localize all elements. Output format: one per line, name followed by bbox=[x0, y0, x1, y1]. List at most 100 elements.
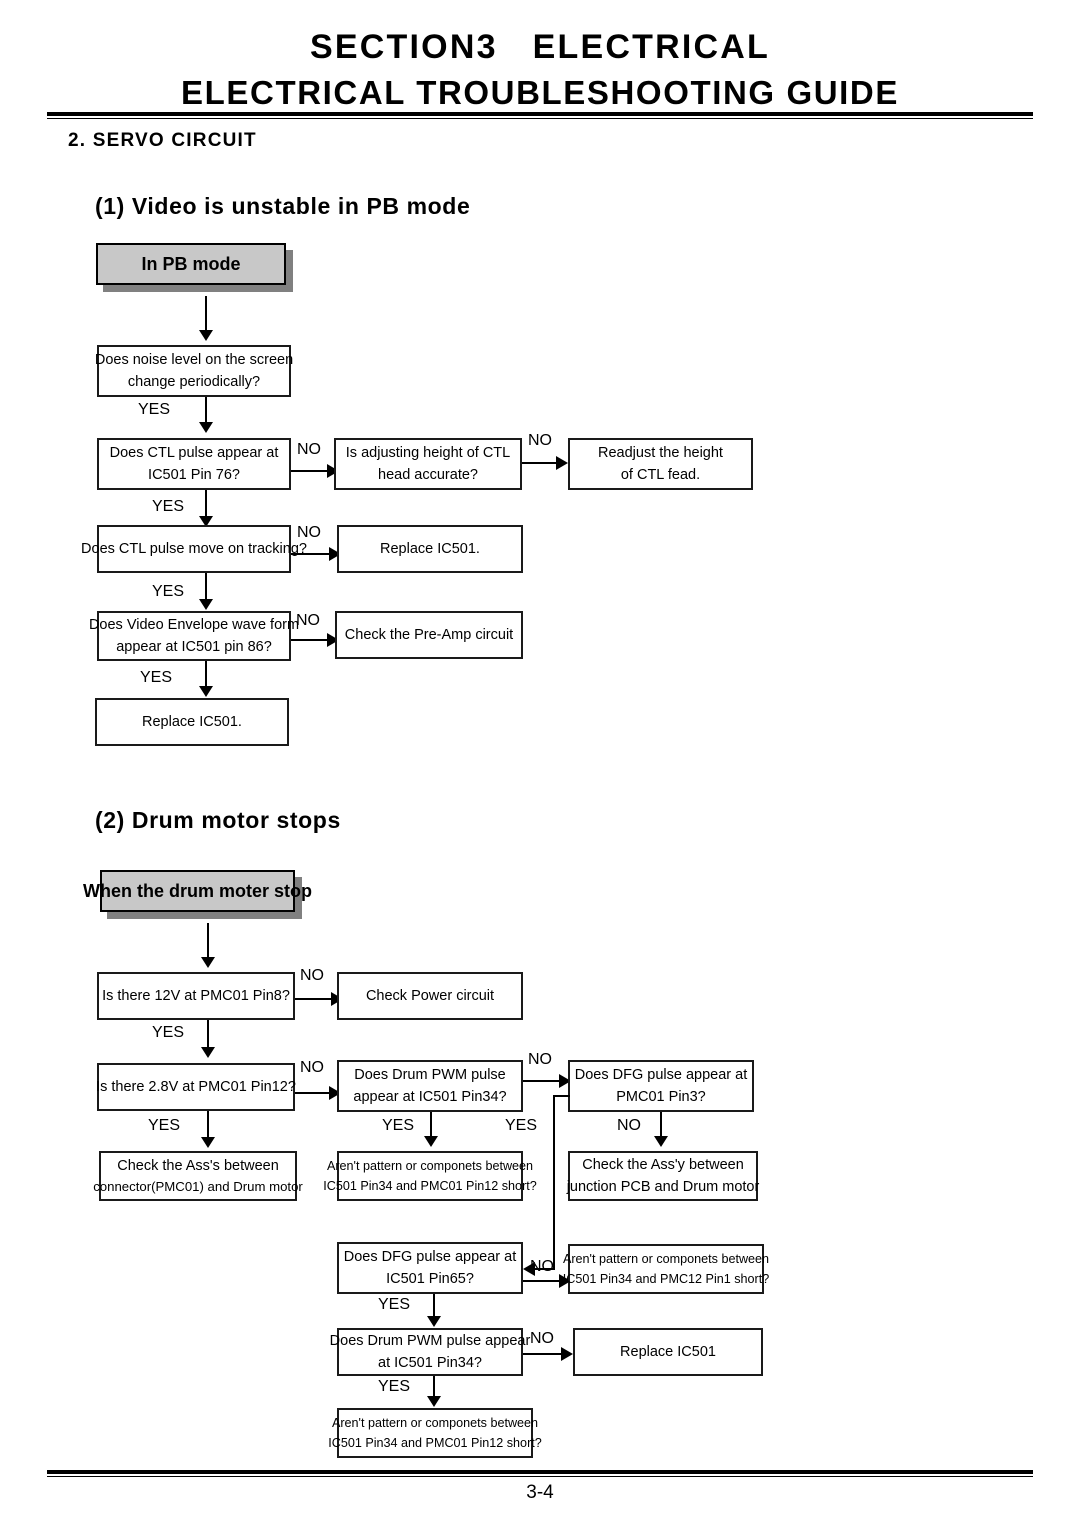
flow2-box-12v-check: Is there 12V at PMC01 Pin8? bbox=[97, 972, 295, 1020]
flow2-box-check-ass-junction-line1: Check the Ass'y between bbox=[582, 1156, 744, 1173]
flow2-box-check-power-circuit-label: Check Power circuit bbox=[365, 987, 495, 1004]
flow2-box-pattern-components-a-line2: IC501 Pin34 and PMC01 Pin12 short? bbox=[323, 1179, 537, 1193]
flow2-box-dfg-ic501: Does DFG pulse appear at IC501 Pin65? bbox=[337, 1242, 523, 1294]
flow2-box-pattern-components-b: Aren't pattern or componets between IC50… bbox=[563, 1244, 769, 1294]
flow2-box-pattern-components-b-line1: Aren't pattern or componets between bbox=[562, 1251, 770, 1266]
subsection-heading-1: (1) Video is unstable in PB mode bbox=[95, 193, 471, 219]
flow1-box-ctl-tracking-label: Does CTL pulse move on tracking? bbox=[81, 540, 307, 557]
flow2-box-dfg-ic501-line1: Does DFG pulse appear at bbox=[343, 1248, 517, 1265]
flow2-box-pattern-components-c-line1: Aren't pattern or componets between bbox=[331, 1415, 539, 1430]
flow1-label-no-1: NO bbox=[297, 441, 321, 458]
flow1-box-replace-ic501-first-label: Replace IC501. bbox=[380, 540, 480, 557]
flow2-box-drum-pwm-upper: Does Drum PWM pulse appear at IC501 Pin3… bbox=[337, 1060, 523, 1112]
flow1-box-ctl-pulse-appear-line2: IC501 Pin 76? bbox=[148, 467, 240, 483]
flow1-box-ctl-head-height-line1: Is adjusting height of CTL bbox=[345, 444, 511, 461]
flow2-label-yes-1: YES bbox=[152, 1024, 185, 1041]
flow2-box-check-ass-junction: Check the Ass'y between junction PCB and… bbox=[566, 1151, 760, 1201]
flow1-box-ctl-pulse-appear: Does CTL pulse appear at IC501 Pin 76? bbox=[97, 438, 291, 490]
flow2-box-dfg-pmc01-line1: Does DFG pulse appear at bbox=[574, 1066, 748, 1083]
header-rule-thin bbox=[47, 118, 1033, 119]
flow2-box-drum-pwm-upper-line1: Does Drum PWM pulse bbox=[354, 1066, 506, 1083]
flow2-label-no-1: NO bbox=[300, 967, 324, 984]
flow2-arrow-right-5 bbox=[561, 1347, 573, 1361]
flow2-label-yes-5-upper: YES bbox=[378, 1296, 411, 1313]
header-rule-thick bbox=[47, 112, 1033, 116]
flow2-box-pattern-components-c-line2: IC501 Pin34 and PMC01 Pin12 short? bbox=[328, 1436, 542, 1450]
flow2-box-pattern-components-c: Aren't pattern or componets between IC50… bbox=[328, 1408, 542, 1458]
flow2-box-drum-pwm-lower-line2: at IC501 Pin34? bbox=[378, 1355, 482, 1371]
flow1-box-ctl-head-height-line2: head accurate? bbox=[378, 467, 478, 483]
flow1-connector-start-to-noise bbox=[205, 296, 207, 332]
flow2-box-check-ass-connector: Check the Ass's between connector(PMC01)… bbox=[93, 1151, 303, 1201]
flow2-box-replace-ic501: Replace IC501 bbox=[573, 1328, 763, 1376]
flow1-label-yes-1: YES bbox=[138, 401, 171, 418]
flow2-box-28v-check-label: Is there 2.8V at PMC01 Pin12? bbox=[96, 1078, 296, 1095]
flow1-box-video-envelope-line2: appear at IC501 pin 86? bbox=[116, 639, 272, 655]
flow1-arrow-down-5 bbox=[199, 686, 213, 697]
flow1-label-yes-3: YES bbox=[152, 583, 185, 600]
flow2-arrow-down-4 bbox=[424, 1136, 438, 1147]
flow1-arrow-down-2 bbox=[199, 422, 213, 433]
flow2-box-check-ass-junction-line2: junction PCB and Drum motor bbox=[566, 1179, 760, 1195]
flow2-box-pattern-components-a: Aren't pattern or componets between IC50… bbox=[323, 1151, 537, 1201]
flow2-arrow-down-3 bbox=[201, 1137, 215, 1148]
flow2-box-dfg-ic501-line2: IC501 Pin65? bbox=[386, 1271, 474, 1287]
flow2-connector-yes-branch-h-top bbox=[553, 1095, 570, 1097]
flow1-label-yes-2: YES bbox=[152, 498, 185, 515]
flow2-box-pattern-components-b-line2: IC501 Pin34 and PMC12 Pin1 short? bbox=[562, 1272, 770, 1286]
flow2-box-drum-pwm-lower: Does Drum PWM pulse appear at IC501 Pin3… bbox=[330, 1328, 530, 1376]
flow1-box-replace-ic501-first: Replace IC501. bbox=[337, 525, 523, 573]
flow1-label-no-4: NO bbox=[296, 612, 320, 629]
flow2-start-label: When the drum moter stop bbox=[83, 880, 312, 901]
flow2-box-check-ass-connector-line1: Check the Ass's between bbox=[117, 1157, 279, 1174]
flow2-connector-yes-branch-v bbox=[553, 1095, 555, 1270]
flow2-label-no-3: NO bbox=[528, 1051, 552, 1068]
flow1-box-replace-ic501-final-label: Replace IC501. bbox=[142, 713, 242, 730]
flow2-start-node: When the drum moter stop bbox=[83, 870, 312, 912]
flow2-box-12v-check-label: Is there 12V at PMC01 Pin8? bbox=[102, 987, 290, 1004]
document-title-line-2: ELECTRICAL TROUBLESHOOTING GUIDE bbox=[181, 74, 899, 111]
flow2-label-no-6: NO bbox=[530, 1330, 554, 1347]
flow2-box-drum-pwm-upper-line2: appear at IC501 Pin34? bbox=[353, 1089, 507, 1105]
flow2-label-no-5: NO bbox=[530, 1258, 554, 1275]
footer-rule-thick bbox=[47, 1470, 1033, 1474]
flow1-box-video-envelope-line1: Does Video Envelope wave form bbox=[88, 616, 300, 633]
flow1-box-readjust-height: Readjust the height of CTL fead. bbox=[568, 438, 753, 490]
flow1-box-replace-ic501-final: Replace IC501. bbox=[95, 698, 289, 746]
flow2-arrow-down-1 bbox=[201, 957, 215, 968]
flow2-connector-start-to-12v bbox=[207, 923, 209, 959]
flow1-label-yes-4: YES bbox=[140, 669, 173, 686]
flow1-box-check-preamp: Check the Pre-Amp circuit bbox=[335, 611, 523, 659]
flow1-box-check-preamp-label: Check the Pre-Amp circuit bbox=[344, 626, 514, 643]
footer-rule-thin bbox=[47, 1476, 1033, 1477]
flow1-box-readjust-height-line1: Readjust the height bbox=[598, 444, 723, 461]
flow1-box-ctl-pulse-appear-line1: Does CTL pulse appear at bbox=[109, 444, 279, 461]
section-heading: 2. SERVO CIRCUIT bbox=[68, 130, 257, 151]
flow1-box-noise-level: Does noise level on the screen change pe… bbox=[95, 345, 293, 397]
flow2-label-no-2: NO bbox=[300, 1059, 324, 1076]
flow1-box-video-envelope: Does Video Envelope wave form appear at … bbox=[89, 611, 299, 661]
flow2-arrow-down-2 bbox=[201, 1047, 215, 1058]
flow1-box-ctl-tracking: Does CTL pulse move on tracking? bbox=[81, 525, 307, 573]
flow2-box-dfg-pmc01-line2: PMC01 Pin3? bbox=[616, 1089, 706, 1105]
document-page: SECTION3 ELECTRICAL ELECTRICAL TROUBLESH… bbox=[0, 0, 1080, 1528]
flow1-label-no-3: NO bbox=[297, 524, 321, 541]
flow1-start-node: In PB mode bbox=[96, 243, 286, 285]
flow2-label-yes-5: YES bbox=[378, 1378, 411, 1395]
subsection-heading-2: (2) Drum motor stops bbox=[95, 807, 341, 833]
flow2-label-yes-2: YES bbox=[148, 1117, 181, 1134]
flow2-label-yes-3: YES bbox=[382, 1117, 415, 1134]
flow1-arrow-down-1 bbox=[199, 330, 213, 341]
flow2-box-dfg-pmc01: Does DFG pulse appear at PMC01 Pin3? bbox=[568, 1060, 754, 1112]
flow2-box-replace-ic501-label: Replace IC501 bbox=[620, 1343, 716, 1360]
flow2-arrow-down-7 bbox=[427, 1396, 441, 1407]
flow2-box-28v-check: Is there 2.8V at PMC01 Pin12? bbox=[96, 1063, 296, 1111]
flow1-arrow-right-2 bbox=[556, 456, 568, 470]
document-title-line-1: SECTION3 ELECTRICAL bbox=[310, 28, 770, 66]
page-number: 3-4 bbox=[526, 1482, 554, 1503]
flow1-start-label: In PB mode bbox=[141, 253, 241, 274]
flow2-box-check-ass-connector-line2: connector(PMC01) and Drum motor bbox=[93, 1179, 303, 1195]
flow1-box-noise-level-line2: change periodically? bbox=[127, 374, 261, 390]
flow2-label-no-4: NO bbox=[617, 1117, 641, 1134]
flow1-label-no-2: NO bbox=[528, 432, 552, 449]
